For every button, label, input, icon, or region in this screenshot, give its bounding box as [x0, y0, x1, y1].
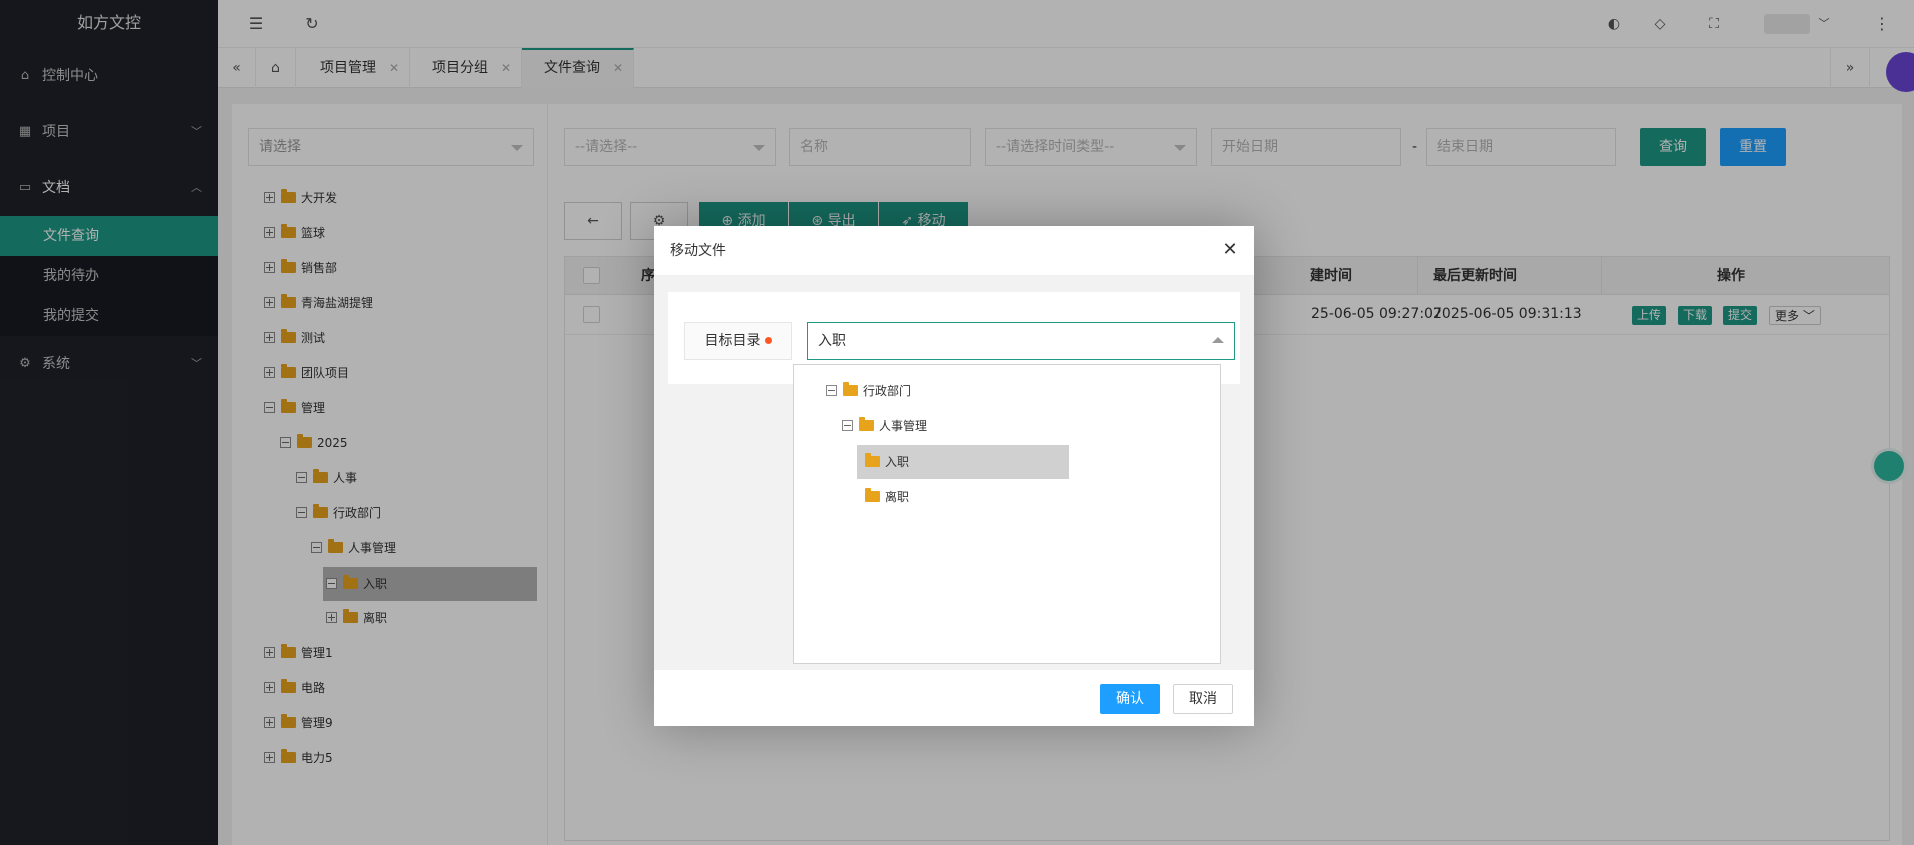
- cancel-button[interactable]: 取消: [1173, 684, 1233, 714]
- label-text: 目标目录: [704, 333, 761, 349]
- folder-open-icon: [865, 453, 880, 467]
- collapse-icon[interactable]: [842, 420, 853, 431]
- tree-node-label: 人事管理: [879, 419, 928, 433]
- tree-node-label: 离职: [885, 490, 910, 504]
- close-icon[interactable]: ✕: [1220, 240, 1240, 260]
- select-value: 入职: [818, 333, 846, 349]
- tree-node-label: 入职: [885, 455, 910, 469]
- caret-up-icon: [1212, 337, 1224, 343]
- target-dir-label: 目标目录: [684, 322, 792, 360]
- confirm-button[interactable]: 确认: [1100, 684, 1160, 714]
- target-dir-tree-dropdown: 行政部门 人事管理 入职 离职: [793, 364, 1221, 664]
- folder-icon: [865, 488, 880, 502]
- tree-node[interactable]: 人事管理: [842, 414, 927, 438]
- required-dot-icon: [764, 337, 772, 344]
- folder-open-icon: [843, 382, 858, 396]
- tree-node-selected[interactable]: 入职: [865, 450, 909, 474]
- dialog-footer: 确认 取消: [654, 670, 1254, 726]
- dialog-title: 移动文件: [654, 226, 1254, 276]
- folder-open-icon: [859, 417, 874, 431]
- tree-node[interactable]: 离职: [865, 485, 909, 509]
- target-dir-select[interactable]: 入职: [807, 322, 1235, 360]
- collapse-icon[interactable]: [826, 385, 837, 396]
- tree-node[interactable]: 行政部门: [826, 379, 911, 403]
- tree-node-label: 行政部门: [863, 384, 912, 398]
- move-file-dialog: 移动文件 ✕ 目标目录 入职 行政部门 人事管理 入职 离职 确认 取消: [654, 226, 1254, 726]
